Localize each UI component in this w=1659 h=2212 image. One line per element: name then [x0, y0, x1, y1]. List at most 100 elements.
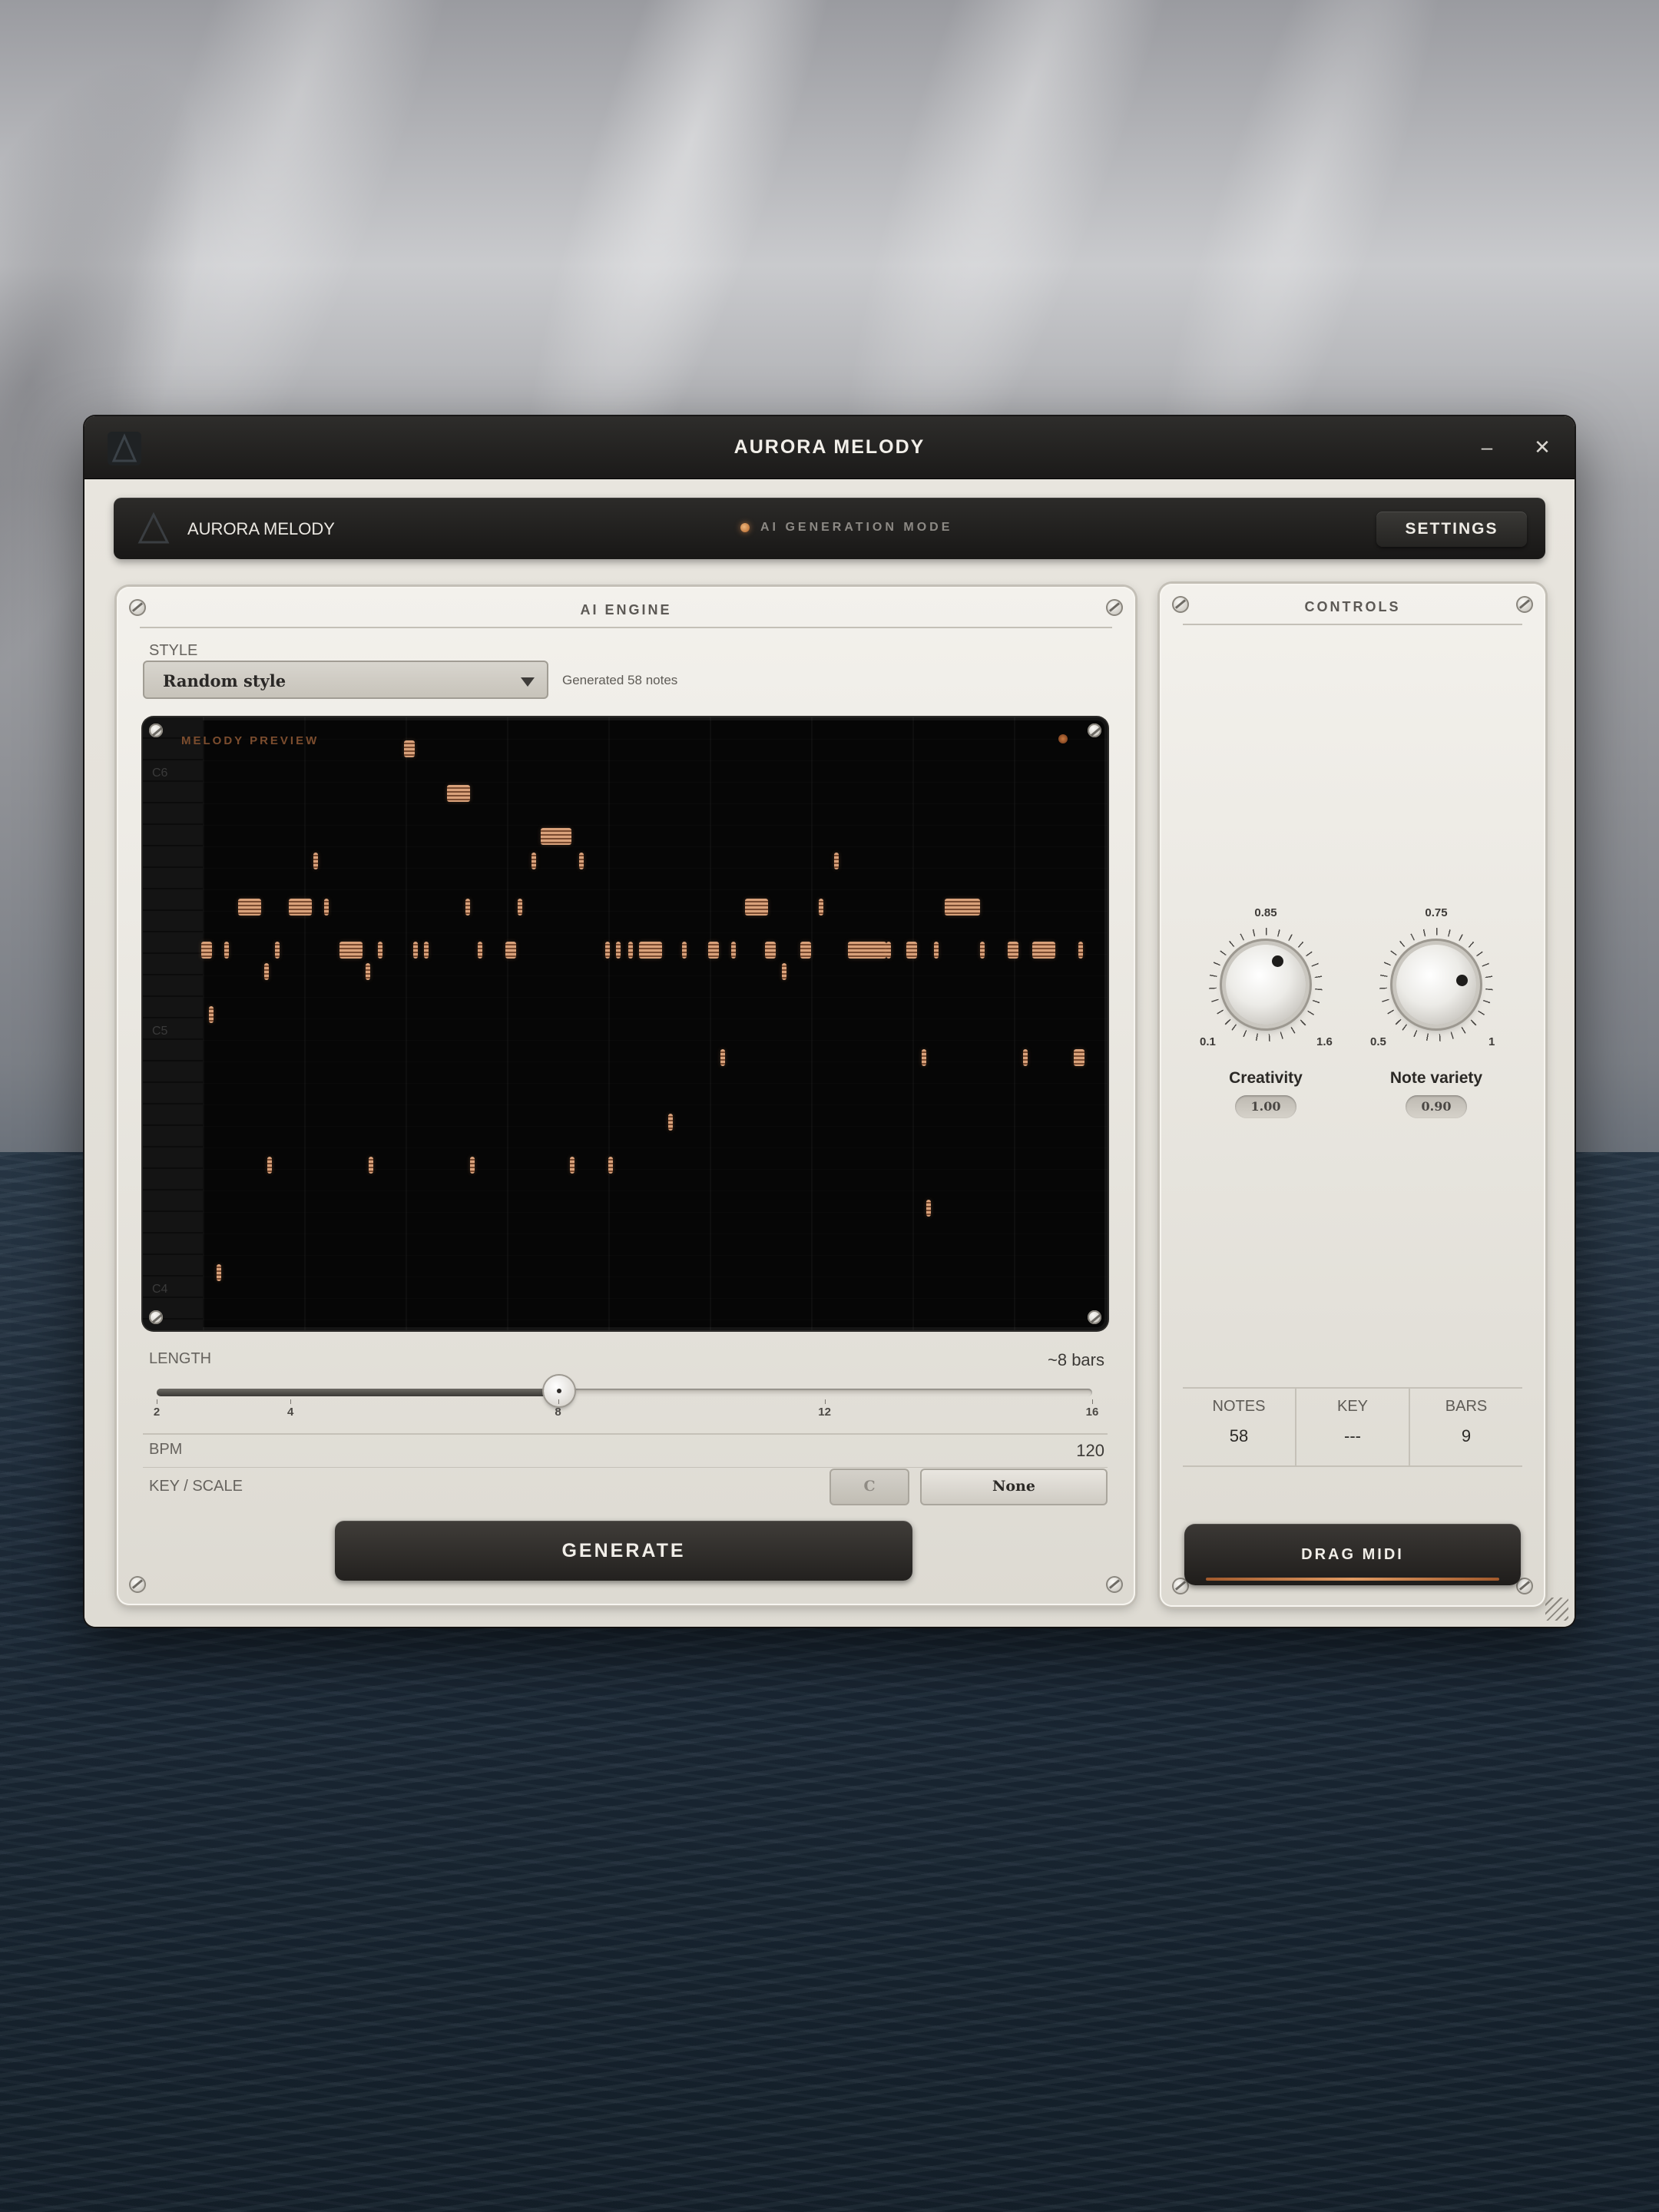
midi-note	[639, 942, 662, 959]
style-value: Random style	[163, 671, 286, 690]
midi-note	[413, 942, 418, 959]
stat-label: KEY	[1336, 1398, 1369, 1415]
midi-note	[531, 853, 536, 869]
slider-tick	[1092, 1399, 1093, 1404]
resize-grip-icon[interactable]	[1545, 1598, 1568, 1621]
slider-tick-label: 16	[1085, 1406, 1099, 1419]
midi-note	[605, 942, 610, 959]
midi-note	[465, 899, 470, 916]
midi-note	[313, 853, 318, 869]
style-dropdown[interactable]: Random style	[143, 661, 548, 699]
midi-note	[682, 942, 687, 959]
midi-note	[1078, 942, 1083, 959]
melody-preview[interactable]: MELODY PREVIEW C6 C5 C4	[143, 717, 1108, 1330]
midi-note	[926, 1200, 931, 1217]
minimize-icon[interactable]: –	[1472, 432, 1502, 462]
midi-note	[404, 740, 415, 757]
scale-select[interactable]: None	[920, 1469, 1108, 1505]
midi-note	[570, 1157, 575, 1174]
stat-value: 9	[1461, 1426, 1472, 1445]
key-root-select[interactable]: C	[830, 1469, 909, 1505]
app-window: AURORA MELODY – ✕ AURORA MELODY AI GENER…	[84, 416, 1575, 1627]
screw-icon	[149, 724, 163, 737]
drag-midi-button[interactable]: DRAG MIDI	[1184, 1524, 1521, 1585]
close-icon[interactable]: ✕	[1527, 432, 1558, 462]
stat-value: ---	[1344, 1426, 1361, 1445]
midi-note	[782, 963, 786, 980]
midi-note	[541, 828, 571, 845]
midi-note	[505, 942, 516, 959]
length-value: ~8 bars	[1048, 1350, 1104, 1369]
bpm-value[interactable]: 120	[1076, 1441, 1104, 1461]
midi-note	[275, 942, 280, 959]
midi-note	[238, 899, 261, 916]
ai-engine-panel: AI ENGINE STYLE Random style Generated 5…	[117, 587, 1135, 1605]
generate-button[interactable]: GENERATE	[335, 1521, 912, 1581]
knob-control[interactable]	[1226, 945, 1306, 1025]
midi-note	[945, 899, 980, 916]
stat-value: 58	[1229, 1426, 1249, 1445]
slider-tick	[290, 1399, 292, 1404]
octave-label: C5	[152, 1025, 168, 1038]
creativity-knob[interactable]: 0.85 0.1 1.6 Creativity 1.00	[1190, 897, 1336, 1143]
knob-indicator	[1271, 955, 1283, 968]
screw-icon	[149, 1310, 163, 1324]
length-slider[interactable]	[157, 1376, 1092, 1406]
settings-button[interactable]: SETTINGS	[1376, 512, 1527, 547]
note-variety-knob[interactable]: 0.75 0.5 1 Note variety 0.90	[1361, 897, 1507, 1143]
title-bar[interactable]: AURORA MELODY – ✕	[84, 416, 1575, 479]
slider-tick	[558, 1399, 559, 1404]
octave-label: C4	[152, 1283, 168, 1296]
panel-title: CONTROLS	[1183, 599, 1522, 625]
key-scale-label: KEY / SCALE	[149, 1478, 243, 1495]
midi-note	[369, 1157, 373, 1174]
midi-note	[608, 1157, 613, 1174]
slider-thumb[interactable]	[543, 1376, 575, 1406]
knob-top-value: 0.75	[1425, 906, 1448, 919]
divider	[143, 1433, 1108, 1435]
slider-tick	[824, 1399, 826, 1404]
midi-note	[324, 899, 329, 916]
slider-tick-label: 8	[555, 1406, 561, 1419]
toolbar-brand: AURORA MELODY	[187, 519, 335, 538]
screw-icon	[1106, 1576, 1123, 1593]
length-label: LENGTH	[149, 1350, 212, 1367]
chevron-down-icon	[521, 677, 535, 687]
midi-note	[579, 853, 584, 869]
knob-indicator	[1456, 975, 1469, 987]
knob-value: 0.90	[1406, 1095, 1467, 1118]
bpm-label: BPM	[149, 1441, 183, 1458]
stat-key: KEY ---	[1295, 1389, 1409, 1465]
mode-label: AI GENERATION MODE	[760, 521, 953, 534]
midi-note	[470, 1157, 475, 1174]
midi-note	[201, 942, 212, 959]
slider-tick-label: 4	[287, 1406, 294, 1419]
midi-note	[518, 899, 522, 916]
knob-value: 1.00	[1235, 1095, 1296, 1118]
midi-note	[848, 942, 886, 959]
midi-note	[1023, 1049, 1028, 1066]
midi-note	[1074, 1049, 1084, 1066]
midi-note	[800, 942, 811, 959]
midi-note	[264, 963, 269, 980]
midi-note	[1032, 942, 1055, 959]
knob-top-value: 0.85	[1254, 906, 1277, 919]
preview-led-icon	[1058, 734, 1068, 743]
piano-keys	[143, 717, 203, 1330]
midi-note	[424, 942, 429, 959]
stat-notes: NOTES 58	[1183, 1389, 1295, 1465]
preview-title: MELODY PREVIEW	[181, 734, 320, 747]
slider-fill	[157, 1389, 559, 1396]
slider-tick-label: 12	[818, 1406, 831, 1419]
midi-note	[745, 899, 768, 916]
midi-note	[668, 1114, 673, 1131]
slider-tick-label: 2	[153, 1406, 161, 1419]
window-title: AURORA MELODY	[733, 436, 926, 458]
midi-note	[708, 942, 719, 959]
midi-note	[819, 899, 823, 916]
knob-control[interactable]	[1396, 945, 1476, 1025]
stats-row: NOTES 58 KEY --- BARS 9	[1183, 1387, 1522, 1467]
generation-status: Generated 58 notes	[562, 673, 678, 687]
status-led-icon	[740, 523, 750, 532]
midi-note	[378, 942, 382, 959]
